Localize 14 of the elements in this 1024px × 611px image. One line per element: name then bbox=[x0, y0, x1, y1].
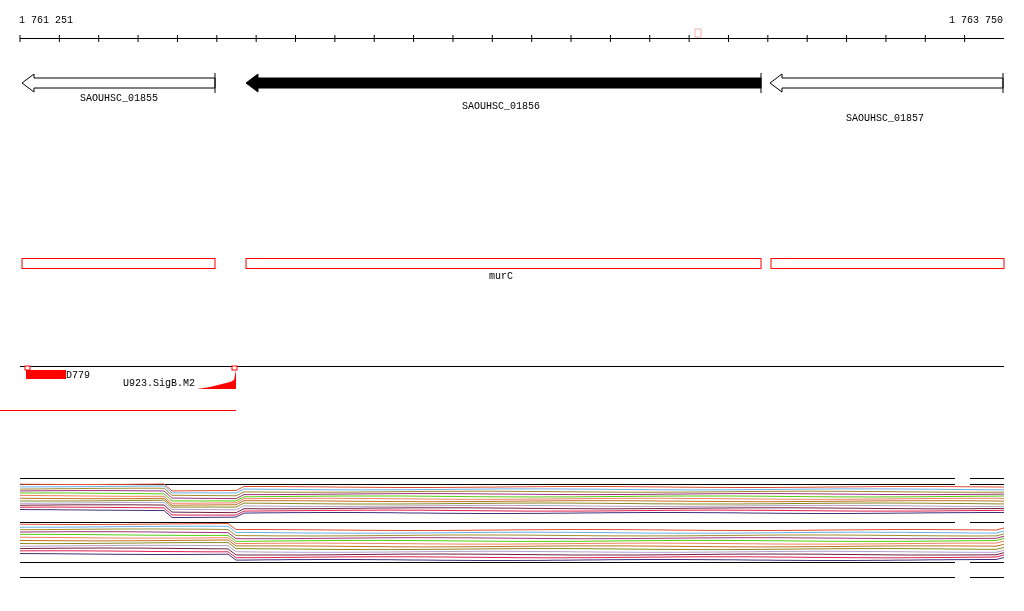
feature-bar bbox=[26, 370, 66, 379]
gene-label: SAOUHSC_01856 bbox=[462, 101, 540, 112]
feature-label: U923.SigB.M2 bbox=[123, 378, 195, 389]
feature-marker bbox=[231, 365, 238, 371]
position-marker bbox=[694, 28, 702, 38]
ruler-start-label: 1 761 251 bbox=[19, 15, 73, 26]
gene-arrow[interactable] bbox=[245, 72, 762, 94]
gene-label: SAOUHSC_01857 bbox=[846, 113, 924, 124]
operon-label: murC bbox=[489, 271, 513, 282]
signal-ramp bbox=[197, 370, 236, 389]
feature-label: D779 bbox=[66, 370, 90, 381]
ruler-end-label: 1 763 750 bbox=[949, 15, 1003, 26]
feature-marker bbox=[24, 365, 31, 371]
gene-label: SAOUHSC_01855 bbox=[80, 93, 158, 104]
